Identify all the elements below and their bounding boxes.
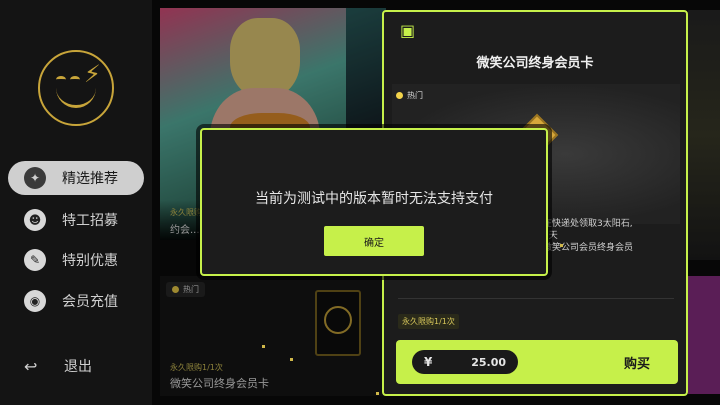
- exit-label: 退出: [64, 359, 92, 375]
- buy-label: 购买: [623, 356, 650, 372]
- shopping-bag-icon: ▣: [400, 21, 416, 40]
- sidebar-item-featured[interactable]: ✦ 精选推荐: [8, 161, 144, 195]
- hot-badge: 热门: [396, 90, 423, 101]
- spark-decoration: [262, 345, 265, 348]
- tag-icon: ✎: [24, 249, 46, 271]
- buy-button[interactable]: ¥ 25.00 购买: [396, 340, 678, 384]
- sidebar: ⚡ ✦ 精选推荐 ☻ 特工招募 ✎ 特别优惠 ◉ 会员充值 ↩ 退出: [0, 0, 152, 405]
- sidebar-item-label: 特别优惠: [62, 253, 118, 269]
- coin-icon: ◉: [24, 290, 46, 312]
- sidebar-item-recruit[interactable]: ☻ 特工招募: [8, 203, 144, 237]
- purchase-limit-tag: 永久限购1/1次: [398, 314, 459, 329]
- exit-button[interactable]: ↩ 退出: [24, 356, 92, 376]
- currency-symbol: ¥: [424, 355, 433, 369]
- product-title: 微笑公司终身会员卡: [476, 56, 594, 71]
- back-arrow-icon: ↩: [24, 356, 38, 376]
- sidebar-item-label: 会员充值: [62, 294, 118, 310]
- star-badge-icon: ✦: [24, 167, 46, 189]
- agent-icon: ☻: [24, 209, 46, 231]
- product-description: 可在快递处领取3太阳石, 积3天 为微笑公司会员终身会员: [534, 219, 634, 253]
- spark-decoration: [290, 358, 293, 361]
- confirm-button[interactable]: 确定: [324, 226, 424, 256]
- dialog-message: 当前为测试中的版本暂时无法支持支付: [255, 191, 493, 207]
- payment-unavailable-dialog: 当前为测试中的版本暂时无法支持支付 确定: [200, 128, 548, 276]
- sidebar-item-label: 特工招募: [62, 213, 118, 229]
- smiley-logo-icon: ⚡: [38, 50, 114, 126]
- sidebar-item-offers[interactable]: ✎ 特别优惠: [8, 243, 144, 277]
- price-pill: ¥ 25.00: [412, 350, 518, 374]
- sidebar-item-recharge[interactable]: ◉ 会员充值: [8, 284, 144, 318]
- spark-decoration: [560, 244, 563, 247]
- divider: [398, 298, 674, 299]
- sidebar-item-label: 精选推荐: [62, 171, 118, 187]
- hot-dot-icon: [396, 92, 403, 99]
- spark-decoration: [376, 392, 379, 395]
- price-value: 25.00: [471, 355, 506, 369]
